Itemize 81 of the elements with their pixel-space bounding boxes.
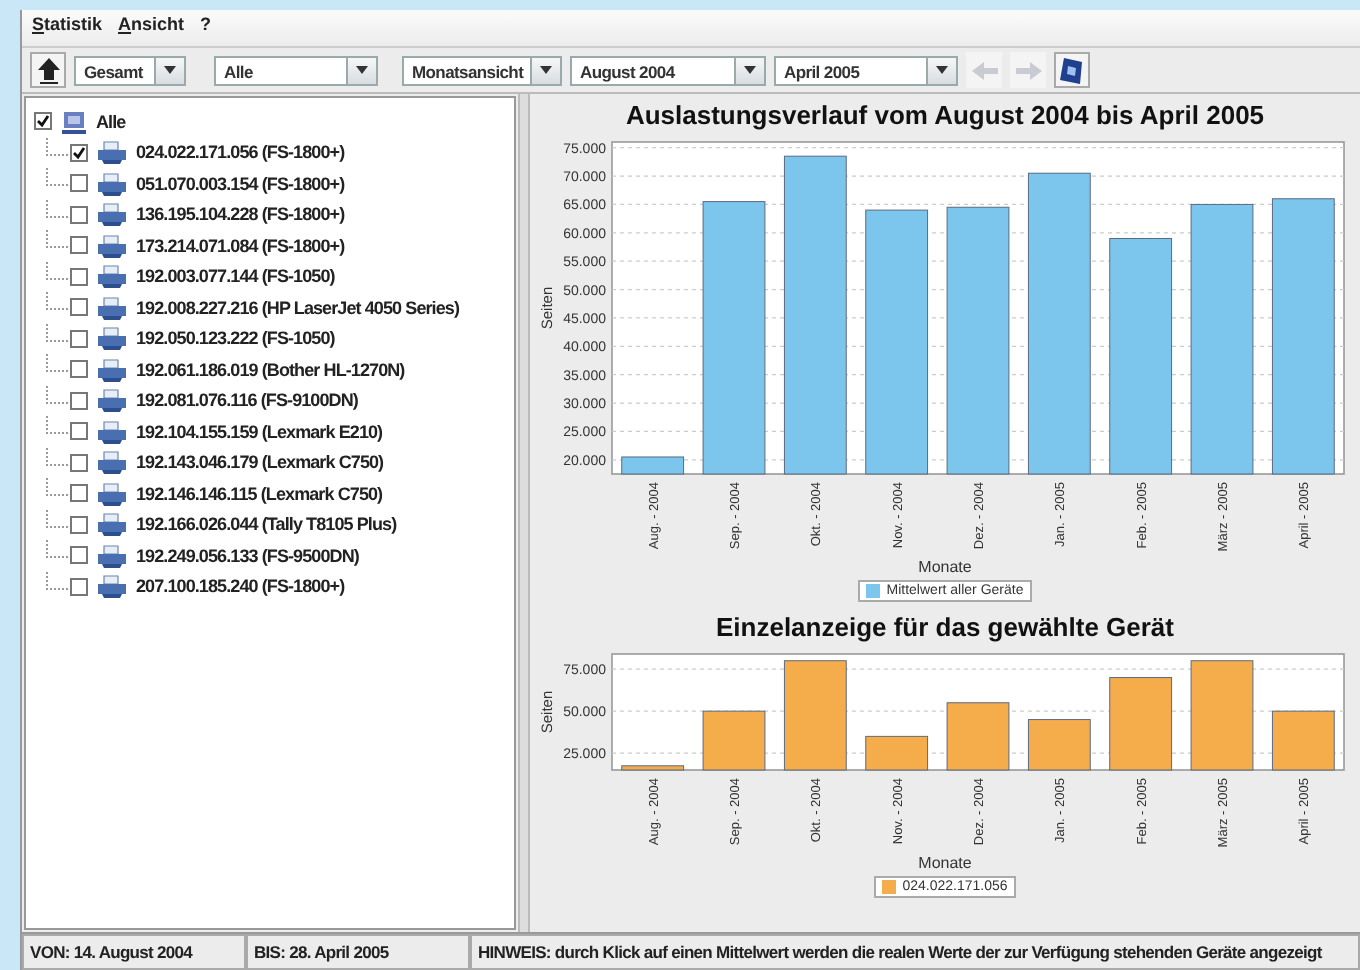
tree-item[interactable]: 207.100.185.240 (FS-1800+) bbox=[136, 576, 345, 597]
checkbox[interactable] bbox=[70, 453, 88, 472]
axis-title: Monate bbox=[918, 558, 972, 576]
menu-item[interactable]: ? bbox=[200, 14, 212, 42]
printer-icon bbox=[96, 326, 128, 351]
printer-icon bbox=[96, 357, 128, 382]
tree-item[interactable]: 051.070.003.154 (FS-1800+) bbox=[136, 173, 345, 194]
chart-title: Auslastungsverlauf vom August 2004 bis April 2005 bbox=[625, 100, 1265, 130]
bar[interactable] bbox=[782, 660, 846, 771]
dropdown[interactable]: Alle bbox=[214, 55, 378, 85]
printer-icon bbox=[96, 481, 128, 506]
tree-item[interactable]: 192.143.046.179 (Lexmark C750) bbox=[136, 452, 384, 473]
menu-item[interactable]: Ansicht bbox=[118, 14, 185, 42]
chart-title: Einzelanzeige für das gewählte Gerät bbox=[715, 612, 1174, 642]
printer-icon bbox=[96, 574, 128, 599]
printer-icon bbox=[96, 388, 128, 413]
bar[interactable] bbox=[1270, 198, 1334, 475]
axis-title: Monate bbox=[918, 854, 972, 872]
checkbox[interactable] bbox=[70, 577, 88, 596]
printer-icon bbox=[96, 202, 128, 227]
bar[interactable] bbox=[864, 735, 928, 771]
tree-item[interactable]: 192.249.056.133 (FS-9500DN) bbox=[136, 545, 359, 566]
export-button[interactable] bbox=[1054, 52, 1090, 88]
checkbox[interactable] bbox=[70, 484, 88, 503]
tree-item[interactable]: 173.214.071.084 (FS-1800+) bbox=[136, 235, 345, 256]
printer-group-icon bbox=[60, 109, 88, 134]
right-arrow-icon bbox=[1015, 61, 1041, 79]
caret-icon bbox=[356, 66, 368, 74]
printer-icon bbox=[96, 543, 128, 568]
caret-icon bbox=[936, 66, 948, 74]
tree-item[interactable]: 192.061.186.019 (Bother HL-1270N) bbox=[136, 359, 405, 380]
tree-item[interactable]: 192.104.155.159 (Lexmark E210) bbox=[136, 421, 383, 442]
checkbox[interactable] bbox=[70, 174, 88, 193]
checkbox[interactable] bbox=[70, 236, 88, 255]
bar[interactable] bbox=[1026, 719, 1090, 771]
dropdown[interactable]: April 2005 bbox=[774, 55, 958, 85]
checkbox[interactable] bbox=[70, 515, 88, 534]
printer-icon bbox=[96, 419, 128, 444]
checkbox[interactable] bbox=[70, 143, 88, 162]
status-to: BIS: 28. April 2005 bbox=[246, 934, 470, 970]
printer-icon bbox=[96, 233, 128, 258]
tree-item[interactable]: 192.008.227.216 (HP LaserJet 4050 Series) bbox=[136, 297, 460, 318]
printer-icon bbox=[96, 512, 128, 537]
caret-icon bbox=[164, 66, 176, 74]
tree-item[interactable]: 192.166.026.044 (Tally T8105 Plus) bbox=[136, 514, 397, 535]
printer-icon bbox=[96, 295, 128, 320]
status-from: VON: 14. August 2004 bbox=[22, 934, 246, 970]
printer-icon bbox=[96, 140, 128, 165]
tree-item[interactable]: 024.022.171.056 (FS-1800+) bbox=[136, 142, 345, 163]
checkbox[interactable] bbox=[70, 422, 88, 441]
up-arrow-button[interactable] bbox=[30, 52, 66, 88]
tree-item[interactable]: 192.146.146.115 (Lexmark C750) bbox=[136, 483, 383, 504]
checkbox[interactable] bbox=[70, 546, 88, 565]
caret-icon bbox=[540, 66, 552, 74]
document-icon bbox=[1060, 57, 1084, 83]
caret-icon bbox=[744, 66, 756, 74]
checkbox[interactable] bbox=[70, 267, 88, 286]
dropdown[interactable]: Gesamt bbox=[74, 55, 186, 85]
bar[interactable] bbox=[782, 155, 846, 475]
status-hint: HINWEIS: durch Klick auf einen Mittelwert werden die realen Werte der zur Verfügung stehenden Geräte angezeigt bbox=[470, 934, 1360, 970]
checkbox[interactable] bbox=[70, 205, 88, 224]
printer-icon bbox=[96, 450, 128, 475]
dropdown[interactable]: Monatsansicht bbox=[402, 55, 562, 85]
tree-item[interactable]: Alle bbox=[96, 111, 126, 132]
menu-item[interactable]: Statistik bbox=[32, 14, 103, 42]
dropdown[interactable]: August 2004 bbox=[570, 55, 766, 85]
tree-item[interactable]: 136.195.104.228 (FS-1800+) bbox=[136, 204, 345, 225]
tree-item[interactable]: 192.050.123.222 (FS-1050) bbox=[136, 328, 335, 349]
bar[interactable] bbox=[1108, 677, 1172, 771]
checkbox[interactable] bbox=[70, 360, 88, 379]
checkbox[interactable] bbox=[70, 391, 88, 410]
left-arrow-icon bbox=[971, 61, 997, 79]
bar[interactable] bbox=[1026, 172, 1090, 475]
checkbox[interactable] bbox=[70, 298, 88, 317]
checkbox[interactable] bbox=[70, 329, 88, 348]
tree-item[interactable]: 192.003.077.144 (FS-1050) bbox=[136, 266, 335, 287]
printer-icon bbox=[96, 264, 128, 289]
checkbox[interactable] bbox=[34, 112, 52, 131]
printer-icon bbox=[96, 171, 128, 196]
tree-item[interactable]: 192.081.076.116 (FS-9100DN) bbox=[136, 390, 358, 411]
bar[interactable] bbox=[1270, 710, 1334, 771]
